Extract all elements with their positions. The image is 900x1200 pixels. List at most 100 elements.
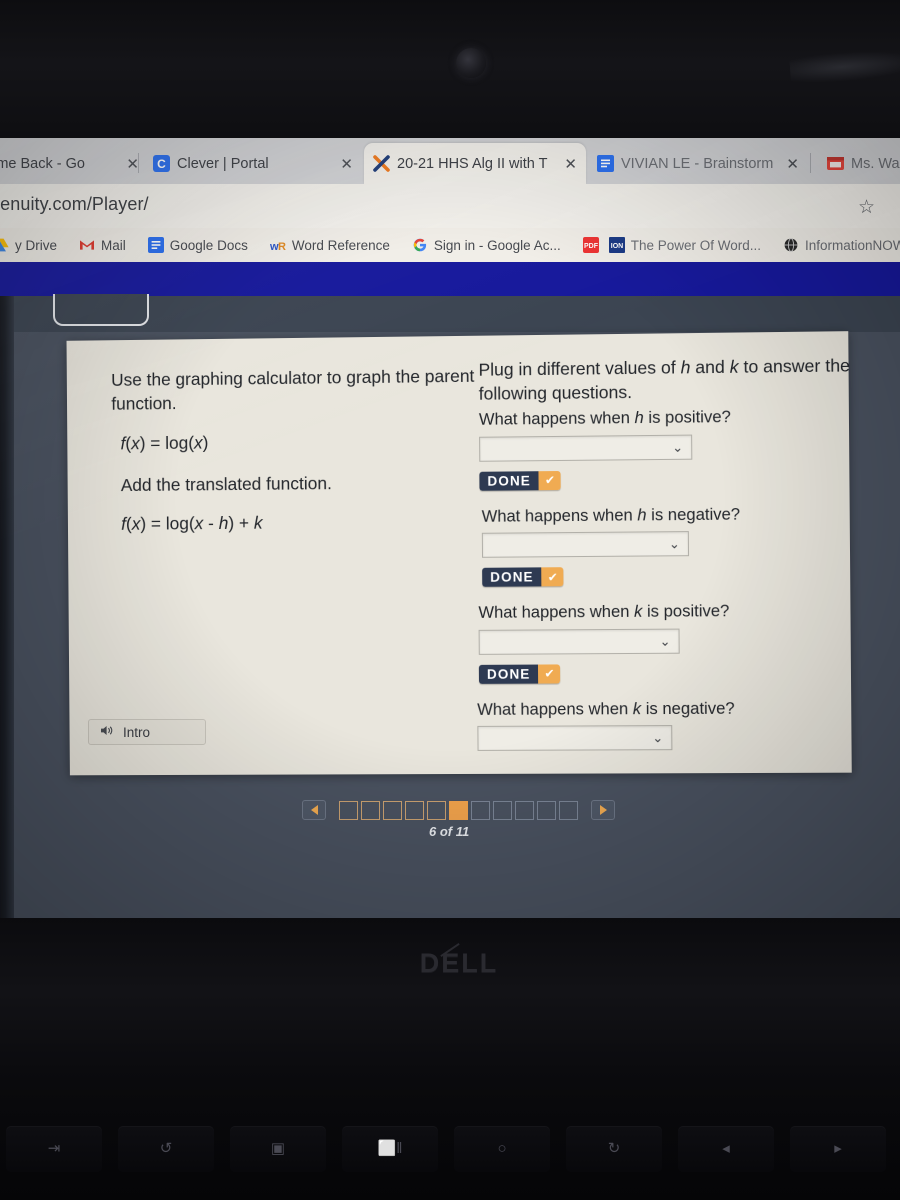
slide-stage: Use the graphing calculator to graph the…: [0, 326, 900, 796]
browser-tab-4[interactable]: VIVIAN LE - Brainstorm ✕: [588, 143, 808, 184]
done-button-h-negative[interactable]: DONE ✔: [482, 567, 564, 587]
browser-tab-3-label: 20-21 HHS Alg II with T: [397, 155, 548, 172]
question-block-k-negative: What happens when k is negative? ⌄: [477, 698, 875, 751]
browser-tab-1[interactable]: t Time Back - Go ✕: [0, 143, 148, 184]
bookmark-label: Google Docs: [169, 237, 248, 253]
svg-text:R: R: [278, 241, 286, 253]
bookmark-pdf[interactable]: PDF: [572, 237, 607, 253]
keyboard-key-7[interactable]: ◂: [678, 1126, 774, 1172]
screen-left-shadow: [0, 296, 14, 920]
word-reference-icon: wR: [269, 237, 286, 253]
slide-indicator-1[interactable]: [339, 800, 358, 820]
browser-tab-3-active[interactable]: 20-21 HHS Alg II with T ✕: [364, 143, 586, 184]
bookmark-google-docs[interactable]: Google Docs: [137, 237, 259, 253]
bookmark-google-drive[interactable]: y Drive: [0, 237, 68, 253]
close-icon[interactable]: ✕: [560, 155, 577, 173]
chevron-down-icon: ⌄: [668, 536, 680, 552]
check-icon: ✔: [538, 664, 561, 684]
photo-of-laptop-screen: t Time Back - Go ✕ C Clever | Portal ✕: [0, 0, 900, 1200]
question-prompt: What happens when h is positive?: [478, 408, 731, 430]
close-icon[interactable]: ✕: [782, 155, 799, 173]
pager-controls: [302, 800, 615, 820]
keyboard-key-8[interactable]: ▸: [790, 1126, 886, 1172]
bookmark-informationnow[interactable]: InformationNOW: [772, 237, 900, 253]
answer-dropdown-k-negative[interactable]: ⌄: [477, 725, 673, 751]
question-block-k-positive: What happens when k is positive? ⌄ DONE …: [478, 600, 874, 697]
webcam-icon: [456, 48, 486, 78]
player-tab-handle[interactable]: [53, 294, 149, 326]
translated-function-text: f(x) = log(x - h) + k: [121, 512, 263, 534]
slide-indicator-2[interactable]: [361, 800, 380, 820]
bookmark-label: The Power Of Word...: [630, 237, 761, 253]
dell-e: E: [441, 948, 462, 978]
slide-indicator-6[interactable]: [449, 800, 468, 820]
clever-icon: C: [153, 155, 170, 172]
slide-indicator-10[interactable]: [537, 800, 556, 820]
card-right-column: Plug in different values of h and k to a…: [477, 353, 875, 753]
done-label: DONE: [479, 470, 540, 491]
bookmark-star-icon[interactable]: ☆: [858, 196, 875, 219]
keyboard-key-6[interactable]: ↻: [566, 1126, 662, 1172]
close-icon[interactable]: ✕: [122, 155, 139, 173]
google-docs-icon: [597, 155, 614, 172]
bookmark-word-reference[interactable]: wR Word Reference: [259, 237, 401, 254]
sub-instruction-text: Add the translated function.: [120, 473, 332, 496]
bookmark-label: y Drive: [15, 237, 58, 253]
browser-tab-strip: t Time Back - Go ✕ C Clever | Portal ✕: [0, 138, 900, 184]
svg-text:C: C: [157, 157, 166, 171]
intro-audio-button[interactable]: Intro: [88, 719, 206, 745]
laptop-screen: t Time Back - Go ✕ C Clever | Portal ✕: [0, 138, 900, 920]
check-icon: ✔: [538, 470, 562, 490]
pdf-icon: PDF: [582, 237, 599, 253]
bookmark-google-signin[interactable]: Sign in - Google Ac...: [401, 237, 572, 253]
left-arrow-icon: [310, 805, 318, 815]
slide-indicator-11[interactable]: [559, 800, 578, 820]
keyboard-key-4[interactable]: ⬜‖: [342, 1126, 438, 1172]
keyboard-key-2[interactable]: ↺: [118, 1126, 214, 1172]
browser-tab-5[interactable]: Ms. Wa: [818, 143, 900, 184]
slide-pager: 6 of 11: [0, 796, 900, 856]
keyboard-key-5[interactable]: ○: [454, 1126, 550, 1172]
bezel-glare: [789, 47, 900, 85]
slide-indicator-4[interactable]: [405, 800, 424, 820]
google-g-icon: [412, 237, 428, 253]
bookmarks-bar: y Drive Mail Google Docs wR Word Referen…: [0, 228, 900, 262]
question-block-h-positive: What happens when h is positive? ⌄ DONE …: [479, 406, 873, 505]
slide-indicator-8[interactable]: [493, 800, 512, 820]
address-bar-url[interactable]: genuity.com/Player/: [0, 194, 149, 215]
slide-indicator-9[interactable]: [515, 800, 534, 820]
dell-d: D: [419, 948, 442, 978]
slide-indicator-7[interactable]: [471, 800, 490, 820]
keyboard-function-row: ⇥ ↺ ▣ ⬜‖ ○ ↻ ◂ ▸: [0, 1108, 900, 1200]
chevron-down-icon: ⌄: [672, 439, 684, 455]
slide-indicator-3[interactable]: [383, 800, 402, 820]
bookmark-power-of-word[interactable]: ION The Power Of Word...: [607, 237, 772, 253]
browser-tab-2[interactable]: C Clever | Portal ✕: [144, 143, 362, 184]
chevron-down-icon: ⌄: [652, 730, 664, 746]
answer-dropdown-h-negative[interactable]: ⌄: [481, 531, 690, 558]
done-label: DONE: [482, 567, 542, 587]
keyboard-key-1[interactable]: ⇥: [6, 1126, 102, 1172]
instruction-text: Use the graphing calculator to graph the…: [111, 365, 475, 414]
svg-text:PDF: PDF: [584, 243, 599, 250]
google-docs-icon: [147, 237, 164, 253]
globe-icon: [783, 237, 799, 253]
bookmark-mail[interactable]: Mail: [68, 237, 137, 253]
dell-ll: LL: [461, 948, 499, 978]
bookmark-label: Sign in - Google Ac...: [433, 237, 561, 253]
done-button-k-positive[interactable]: DONE ✔: [478, 664, 561, 684]
answer-dropdown-k-positive[interactable]: ⌄: [478, 628, 680, 655]
chevron-down-icon: ⌄: [659, 633, 671, 649]
browser-tab-1-label: t Time Back - Go: [0, 155, 85, 172]
imagine-learning-header-bar: [0, 262, 900, 298]
close-icon[interactable]: ✕: [336, 155, 353, 173]
prev-slide-button[interactable]: [302, 800, 326, 820]
done-button-h-positive[interactable]: DONE ✔: [479, 470, 562, 491]
slide-indicator-5[interactable]: [427, 800, 446, 820]
answer-dropdown-h-positive[interactable]: ⌄: [479, 434, 693, 462]
bookmark-label: InformationNOW: [805, 237, 900, 253]
keyboard-key-3[interactable]: ▣: [230, 1126, 326, 1172]
svg-text:ION: ION: [610, 243, 622, 250]
calendar-icon: [827, 155, 844, 172]
next-slide-button[interactable]: [591, 800, 615, 820]
